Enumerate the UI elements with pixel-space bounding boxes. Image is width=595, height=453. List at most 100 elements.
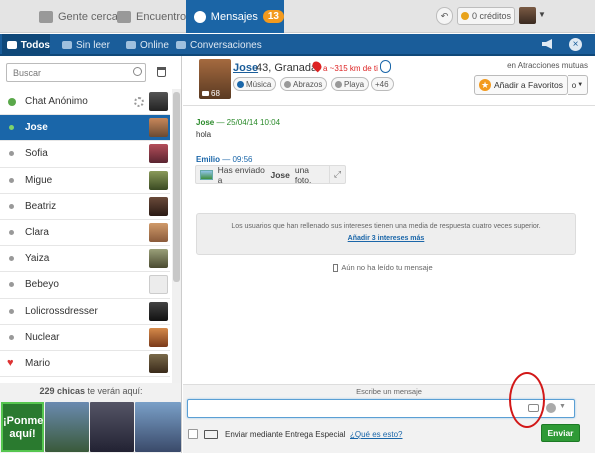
avatar <box>149 222 168 242</box>
ponme-aqui-button[interactable]: ¡Ponme aquí! <box>1 402 44 452</box>
interest-label: Abrazos <box>293 79 323 89</box>
add-interests-link[interactable]: Añadir 3 intereses más <box>197 235 575 242</box>
tab-todos[interactable]: Todos <box>2 34 50 56</box>
credits-button[interactable]: 0 créditos <box>457 7 515 25</box>
online-icon <box>126 41 136 49</box>
promo-suffix: te verán aquí: <box>87 386 143 396</box>
promo-thumb[interactable] <box>45 402 89 452</box>
search-icon[interactable] <box>133 67 142 76</box>
contact-list: Chat Anónimo Jose Sofia Migue Beatriz Cl… <box>0 89 170 378</box>
gear-icon[interactable] <box>134 97 144 107</box>
contact-clara[interactable]: Clara <box>0 220 170 247</box>
tab-conversaciones[interactable]: Conversaciones <box>176 34 262 56</box>
conversations-icon <box>176 41 186 49</box>
search-input[interactable]: Buscar <box>6 63 146 82</box>
contact-lolicrossdresser[interactable]: Lolicrossdresser <box>0 299 170 325</box>
contact-nuclear[interactable]: Nuclear <box>0 325 170 351</box>
sent-photo-notice[interactable]: Has enviado a Jose una foto. ⤢ <box>195 164 346 185</box>
avatar <box>149 196 168 216</box>
contact-mario[interactable]: ♥ Mario <box>0 351 170 378</box>
tab-online-label: Online <box>140 39 169 51</box>
music-icon <box>237 80 244 88</box>
interest-label: Música <box>246 79 272 89</box>
promo-count: 229 chicas <box>39 386 85 396</box>
sound-icon[interactable] <box>542 39 552 49</box>
camera-icon <box>202 91 209 96</box>
favorite-menu-label: o <box>571 80 577 90</box>
status-dot <box>9 125 14 131</box>
chevron-down-icon[interactable]: ▼ <box>538 10 546 19</box>
message-author: Jose <box>196 118 215 127</box>
profile-distance: a ~315 km de ti <box>323 64 378 73</box>
tab-conversaciones-label: Conversaciones <box>190 39 262 51</box>
contact-chat-anonimo[interactable]: Chat Anónimo <box>0 89 170 116</box>
avatar <box>149 118 168 138</box>
photo-recipient: Jose <box>270 169 290 180</box>
tab-online[interactable]: Online <box>126 34 169 56</box>
sidebar-scroll-thumb[interactable] <box>173 92 180 282</box>
avatar <box>149 170 168 190</box>
status-dot <box>9 203 14 209</box>
envelope-icon <box>62 41 72 49</box>
message-header: Jose — 25/04/14 10:04 <box>196 118 280 127</box>
trash-icon[interactable] <box>157 67 166 77</box>
promo-thumb[interactable] <box>90 402 134 452</box>
message-thread: Jose — 25/04/14 10:04 hola Emilio — 09:5… <box>183 107 595 384</box>
contact-migue[interactable]: Migue <box>0 168 170 194</box>
contact-jose[interactable]: Jose <box>0 115 170 142</box>
contact-name: Beatriz <box>25 200 57 212</box>
avatar <box>149 92 168 111</box>
interest-tag[interactable]: Playa <box>331 77 370 91</box>
read-status: Aún no ha leído tu mensaje <box>183 263 583 273</box>
add-favorite-button[interactable]: ★ Añadir a Favoritos <box>474 75 568 95</box>
special-delivery-label: Enviar mediante Entrega Especial <box>225 430 346 439</box>
conversation-sidebar: Buscar Chat Anónimo Jose Sofia Migue Bea… <box>0 56 182 383</box>
close-icon[interactable]: × <box>569 38 582 51</box>
interest-label: +46 <box>375 79 389 89</box>
nav-gente-cerca-label: Gente cerca <box>58 10 118 23</box>
nav-gente-cerca[interactable]: Gente cerca <box>39 0 118 33</box>
profile-header: 68 Jose 43, Granada a ~315 km de ti Músi… <box>183 56 595 106</box>
mobile-icon <box>380 60 391 73</box>
promo-thumb[interactable] <box>135 402 181 452</box>
mutual-attraction: en Atracciones mutuas <box>507 61 588 70</box>
special-delivery-checkbox[interactable] <box>188 429 198 439</box>
status-dot <box>9 256 14 262</box>
avatar <box>149 144 168 164</box>
what-is-this-link[interactable]: ¿Qué es esto? <box>350 430 402 439</box>
emoji-icon[interactable] <box>546 403 556 413</box>
tab-sin-leer-label: Sin leer <box>76 39 110 51</box>
interest-tag[interactable]: Música <box>233 77 277 91</box>
nav-encuentros-label: Encuentros <box>136 10 192 23</box>
tab-todos-label: Todos <box>20 39 50 51</box>
add-favorite-label: Añadir a Favoritos <box>494 80 563 90</box>
message-time: — 25/04/14 10:04 <box>214 118 281 127</box>
photo-count: 68 <box>211 89 220 98</box>
expand-icon[interactable]: ⤢ <box>329 166 345 183</box>
read-status-text: Aún no ha leído tu mensaje <box>341 263 433 272</box>
encounters-icon <box>117 10 131 23</box>
envelope-icon <box>204 430 218 439</box>
send-button[interactable]: Enviar <box>541 424 580 442</box>
history-button[interactable]: ↶ <box>436 7 453 25</box>
contact-beatriz[interactable]: Beatriz <box>0 194 170 220</box>
contact-yaiza[interactable]: Yaiza <box>0 246 170 273</box>
more-interests[interactable]: +46 <box>371 77 394 91</box>
contact-name: Lolicrossdresser <box>25 305 98 317</box>
thumb-icon <box>284 80 291 88</box>
tab-sin-leer[interactable]: Sin leer <box>62 34 110 56</box>
profile-name[interactable]: Jose <box>233 62 258 74</box>
contact-name: Jose <box>25 122 48 134</box>
photo-suffix: una foto. <box>294 164 312 185</box>
nav-encuentros[interactable]: Encuentros <box>117 0 192 33</box>
interest-label: Playa <box>344 79 365 89</box>
nav-mensajes[interactable]: Mensajes 13 <box>186 0 284 33</box>
interests-tip: Los usuarios que han rellenado sus inter… <box>196 213 576 255</box>
chevron-down-icon[interactable]: ▼ <box>559 403 566 410</box>
interest-tag[interactable]: Abrazos <box>280 77 328 91</box>
favorite-menu-button[interactable]: o ▼ <box>568 75 588 95</box>
user-avatar[interactable] <box>519 7 536 24</box>
status-dot <box>8 97 16 106</box>
contact-sofia[interactable]: Sofia <box>0 141 170 168</box>
contact-bebeyo[interactable]: Bebeyo <box>0 272 170 299</box>
